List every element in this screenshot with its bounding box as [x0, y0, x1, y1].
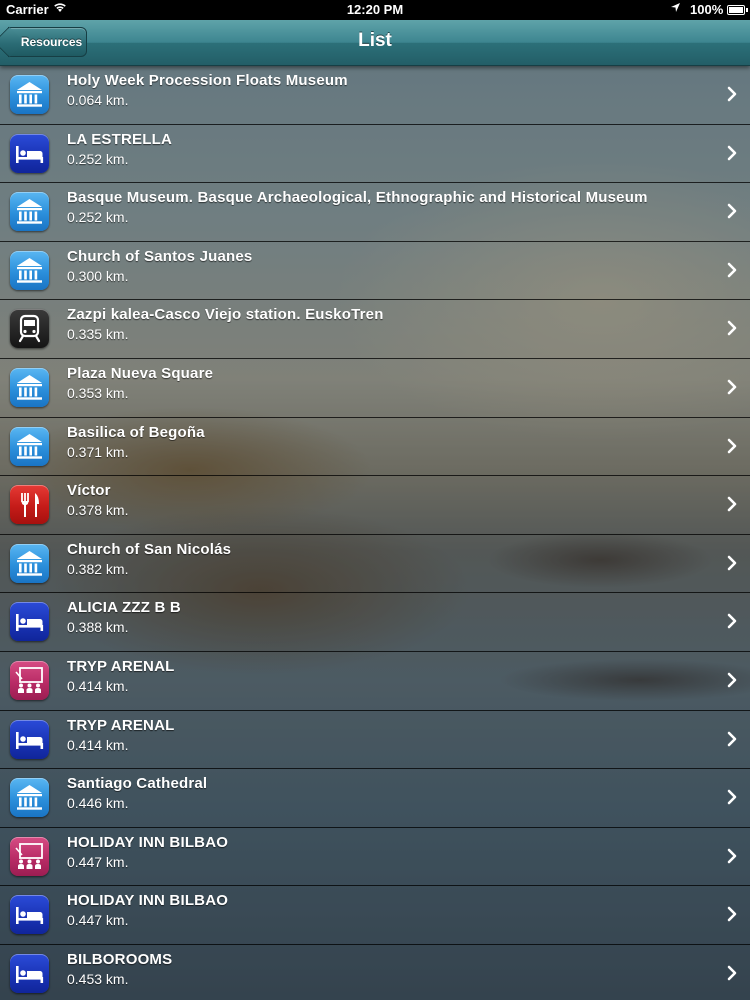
item-distance: 0.252 km.	[67, 150, 129, 167]
item-distance: 0.300 km.	[67, 267, 129, 284]
chevron-right-icon	[727, 262, 737, 278]
item-title: Holy Week Procession Floats Museum	[67, 72, 348, 89]
item-distance: 0.378 km.	[67, 502, 129, 519]
item-title: Plaza Nueva Square	[67, 364, 214, 382]
museum-icon	[10, 426, 49, 466]
chevron-right-icon	[727, 86, 737, 102]
clock: 12:20 PM	[346, 2, 404, 17]
list-item[interactable]: Holy Week Procession Floats Museum 0.064…	[0, 66, 750, 125]
chevron-right-icon	[727, 379, 737, 395]
list-item[interactable]: Víctor 0.378 km.	[0, 476, 750, 535]
list-item[interactable]: ALICIA ZZZ B B 0.388 km.	[0, 593, 750, 652]
chevron-right-icon	[727, 496, 737, 512]
item-distance: 0.252 km.	[67, 209, 129, 226]
chevron-right-icon	[727, 789, 737, 805]
page-title: List	[358, 30, 392, 51]
list-item[interactable]: Basilica of Begoña 0.371 km.	[0, 417, 750, 477]
navigation-bar: Resources List	[0, 20, 750, 66]
battery-icon	[727, 5, 748, 15]
museum-icon	[10, 192, 49, 232]
restaurant-icon	[10, 485, 49, 525]
chevron-right-icon	[727, 320, 737, 336]
list-item[interactable]: Church of Santos Juanes 0.300 km.	[0, 241, 750, 301]
list-item[interactable]: Basque Museum. Basque Archaeological, Et…	[0, 183, 750, 242]
item-title: LA ESTRELLA	[67, 130, 172, 148]
list-item[interactable]: TRYP ARENAL 0.414 km.	[0, 710, 750, 770]
location-arrow-icon	[670, 2, 681, 16]
list-item[interactable]: Zazpi kalea-Casco Viejo station. EuskoTr…	[0, 300, 750, 359]
item-title: TRYP ARENAL	[67, 716, 175, 734]
list-item[interactable]: Plaza Nueva Square 0.353 km.	[0, 358, 750, 418]
museum-icon	[10, 367, 49, 407]
list-item[interactable]: Santiago Cathedral 0.446 km.	[0, 769, 750, 828]
chevron-right-icon	[727, 613, 737, 629]
list-item[interactable]: LA ESTRELLA 0.252 km.	[0, 124, 750, 184]
battery-percent: 100%	[690, 2, 724, 17]
item-title: Basque Museum. Basque Archaeological, Et…	[67, 189, 648, 207]
item-distance: 0.335 km.	[67, 326, 129, 343]
status-bar: Carrier 12:20 PM 100%	[0, 0, 750, 20]
item-distance: 0.446 km.	[67, 795, 129, 812]
item-title: ALICIA ZZZ B B	[67, 599, 181, 617]
museum-icon	[10, 75, 49, 114]
item-title: TRYP ARENAL	[67, 657, 175, 675]
chevron-right-icon	[727, 555, 737, 571]
item-distance: 0.447 km.	[67, 853, 129, 870]
item-title: Santiago Cathedral	[67, 775, 208, 793]
list-item[interactable]: BILBOROOMS 0.453 km.	[0, 944, 750, 1000]
chevron-right-icon	[727, 731, 737, 747]
item-distance: 0.064 km.	[67, 92, 129, 108]
item-title: Church of San Nicolás	[67, 540, 232, 558]
list-item[interactable]: HOLIDAY INN BILBAO 0.447 km.	[0, 886, 750, 945]
item-distance: 0.371 km.	[67, 443, 129, 460]
item-distance: 0.353 km.	[67, 384, 129, 401]
chevron-right-icon	[727, 203, 737, 219]
item-title: Basilica of Begoña	[67, 423, 205, 441]
chevron-right-icon	[727, 145, 737, 161]
item-title: Church of Santos Juanes	[67, 247, 253, 265]
resource-list: Holy Week Procession Floats Museum 0.064…	[0, 66, 750, 1000]
chevron-right-icon	[727, 672, 737, 688]
item-distance: 0.382 km.	[67, 560, 129, 577]
hotel-icon	[10, 895, 49, 935]
item-distance: 0.414 km.	[67, 677, 129, 694]
item-distance: 0.388 km.	[67, 619, 129, 636]
item-title: Zazpi kalea-Casco Viejo station. EuskoTr…	[67, 306, 384, 324]
item-title: HOLIDAY INN BILBAO	[67, 833, 229, 851]
museum-icon	[10, 543, 49, 583]
museum-icon	[10, 250, 49, 290]
item-distance: 0.447 km.	[67, 912, 129, 929]
list-item[interactable]: HOLIDAY INN BILBAO 0.447 km.	[0, 827, 750, 887]
meeting-icon	[10, 836, 49, 876]
list-item[interactable]: Church of San Nicolás 0.382 km.	[0, 534, 750, 594]
meeting-icon	[10, 660, 49, 700]
chevron-right-icon	[727, 906, 737, 922]
item-distance: 0.453 km.	[67, 970, 129, 987]
hotel-icon	[10, 719, 49, 759]
item-title: Víctor	[67, 482, 111, 500]
list-item[interactable]: TRYP ARENAL 0.414 km.	[0, 651, 750, 711]
museum-icon	[10, 778, 49, 818]
item-distance: 0.414 km.	[67, 736, 129, 753]
hotel-icon	[10, 953, 49, 993]
hotel-icon	[10, 133, 49, 173]
chevron-right-icon	[727, 438, 737, 454]
train-icon	[10, 309, 49, 349]
item-title: BILBOROOMS	[67, 950, 173, 968]
chevron-right-icon	[727, 848, 737, 864]
item-title: HOLIDAY INN BILBAO	[67, 892, 229, 910]
chevron-right-icon	[727, 965, 737, 981]
hotel-icon	[10, 602, 49, 642]
